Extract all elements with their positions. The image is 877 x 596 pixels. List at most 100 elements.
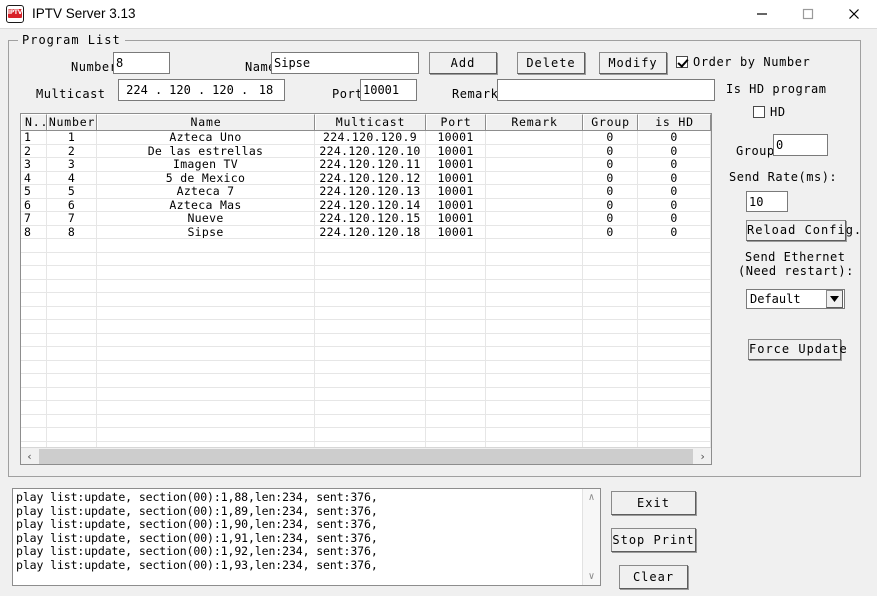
empty-cell xyxy=(486,387,583,401)
cell-n: 5 xyxy=(21,185,47,199)
empty-cell xyxy=(426,401,486,415)
modify-button[interactable]: Modify xyxy=(599,52,667,74)
cell-port: 10001 xyxy=(426,225,486,239)
cell-is-hd: 0 xyxy=(638,131,711,145)
maximize-button[interactable] xyxy=(785,0,831,28)
column-header-number[interactable]: Number xyxy=(47,114,97,130)
reload-config-button[interactable]: Reload Config. xyxy=(746,220,861,241)
cell-remark xyxy=(486,131,583,145)
column-header-port[interactable]: Port xyxy=(426,114,486,130)
table-row[interactable]: 3 3 Imagen TV 224.120.120.11 10001 0 0 xyxy=(21,158,711,172)
cell-is-hd: 0 xyxy=(638,158,711,172)
empty-cell xyxy=(47,279,97,293)
empty-cell xyxy=(426,252,486,266)
remark-input[interactable] xyxy=(497,79,715,101)
scrollbar-thumb[interactable] xyxy=(39,448,693,464)
empty-cell xyxy=(47,320,97,334)
empty-cell xyxy=(97,252,315,266)
scroll-down-icon[interactable]: ∨ xyxy=(583,568,600,585)
empty-cell xyxy=(47,347,97,361)
empty-cell xyxy=(21,347,47,361)
scroll-left-icon[interactable]: ‹ xyxy=(21,448,38,465)
table-row[interactable]: 5 5 Azteca 7 224.120.120.13 10001 0 0 xyxy=(21,185,711,199)
iptv-logo-icon: IPTV xyxy=(6,5,24,23)
group-label: Group xyxy=(736,144,775,158)
log-text[interactable]: play list:update, section(00):1,88,len:2… xyxy=(13,489,582,585)
empty-cell xyxy=(638,239,711,253)
column-header-name[interactable]: Name xyxy=(97,114,315,130)
scroll-up-icon[interactable]: ∧ xyxy=(583,489,600,506)
cell-number: 5 xyxy=(47,185,97,199)
cell-remark xyxy=(486,144,583,158)
column-header-n[interactable]: N.. xyxy=(21,114,47,130)
empty-cell xyxy=(583,387,638,401)
table-row[interactable]: 7 7 Nueve 224.120.120.15 10001 0 0 xyxy=(21,212,711,226)
empty-cell xyxy=(97,374,315,388)
empty-cell xyxy=(426,239,486,253)
stop-print-button[interactable]: Stop Print xyxy=(611,528,696,552)
send-ethernet-selected-value: Default xyxy=(750,292,801,306)
send-ethernet-select[interactable]: Default xyxy=(746,289,845,309)
cell-group: 0 xyxy=(583,198,638,212)
empty-cell xyxy=(426,333,486,347)
empty-cell xyxy=(426,374,486,388)
empty-cell xyxy=(426,347,486,361)
cell-n: 7 xyxy=(21,212,47,226)
scroll-right-icon[interactable]: › xyxy=(694,448,711,465)
multicast-octet-3[interactable]: 120 xyxy=(205,83,241,97)
column-header-remark[interactable]: Remark xyxy=(486,114,583,130)
empty-cell xyxy=(97,320,315,334)
chevron-down-icon[interactable] xyxy=(826,290,843,308)
table-horizontal-scrollbar[interactable]: ‹ › xyxy=(21,447,711,464)
cell-remark xyxy=(486,171,583,185)
table-row[interactable]: 1 1 Azteca Uno 224.120.120.9 10001 0 0 xyxy=(21,131,711,145)
multicast-octet-4[interactable]: 18 xyxy=(248,83,284,97)
minimize-button[interactable] xyxy=(739,0,785,28)
empty-cell xyxy=(315,279,426,293)
table-empty-row xyxy=(21,347,711,361)
table-row[interactable]: 8 8 Sipse 224.120.120.18 10001 0 0 xyxy=(21,225,711,239)
remark-label: Remark xyxy=(452,87,499,101)
cell-name: Nueve xyxy=(97,212,315,226)
is-hd-program-label: Is HD program xyxy=(726,82,827,96)
delete-button[interactable]: Delete xyxy=(517,52,585,74)
force-update-button[interactable]: Force Update xyxy=(748,339,847,360)
column-header-is-hd[interactable]: is HD xyxy=(638,114,711,130)
cell-n: 2 xyxy=(21,144,47,158)
column-header-group[interactable]: Group xyxy=(583,114,638,130)
empty-cell xyxy=(315,306,426,320)
cell-name: Sipse xyxy=(97,225,315,239)
empty-cell xyxy=(583,279,638,293)
multicast-octet-1[interactable]: 224 xyxy=(119,83,155,97)
log-vertical-scrollbar[interactable]: ∧ ∨ xyxy=(582,489,600,585)
empty-cell xyxy=(47,239,97,253)
name-input[interactable] xyxy=(271,52,419,74)
empty-cell xyxy=(426,266,486,280)
add-button[interactable]: Add xyxy=(429,52,497,74)
order-by-number-checkbox[interactable]: Order by Number xyxy=(676,55,810,69)
cell-name: Azteca 7 xyxy=(97,185,315,199)
program-list-legend: Program List xyxy=(18,33,125,47)
empty-cell xyxy=(47,252,97,266)
send-rate-input[interactable] xyxy=(746,191,788,212)
multicast-input[interactable]: 224 . 120 . 120 . 18 xyxy=(118,79,285,101)
table-row[interactable]: 445 de Mexico 224.120.120.12 10001 0 0 xyxy=(21,171,711,185)
send-ethernet-label-line1: Send Ethernet xyxy=(745,250,846,264)
number-input[interactable] xyxy=(113,52,170,74)
cell-multicast: 224.120.120.14 xyxy=(315,198,426,212)
multicast-octet-2[interactable]: 120 xyxy=(162,83,198,97)
empty-cell xyxy=(426,320,486,334)
cell-port: 10001 xyxy=(426,131,486,145)
port-input[interactable] xyxy=(360,79,417,101)
empty-cell xyxy=(21,293,47,307)
clear-button[interactable]: Clear xyxy=(619,565,688,589)
cell-group: 0 xyxy=(583,212,638,226)
hd-checkbox[interactable]: HD xyxy=(753,105,786,119)
close-button[interactable] xyxy=(831,0,877,28)
exit-button[interactable]: Exit xyxy=(611,491,696,515)
column-header-multicast[interactable]: Multicast xyxy=(315,114,426,130)
table-row[interactable]: 6 6 Azteca Mas 224.120.120.14 10001 0 0 xyxy=(21,198,711,212)
group-input[interactable] xyxy=(773,134,828,156)
cell-multicast: 224.120.120.12 xyxy=(315,171,426,185)
table-row[interactable]: 2 2 De las estrellas 224.120.120.10 10001 0 0 xyxy=(21,144,711,158)
